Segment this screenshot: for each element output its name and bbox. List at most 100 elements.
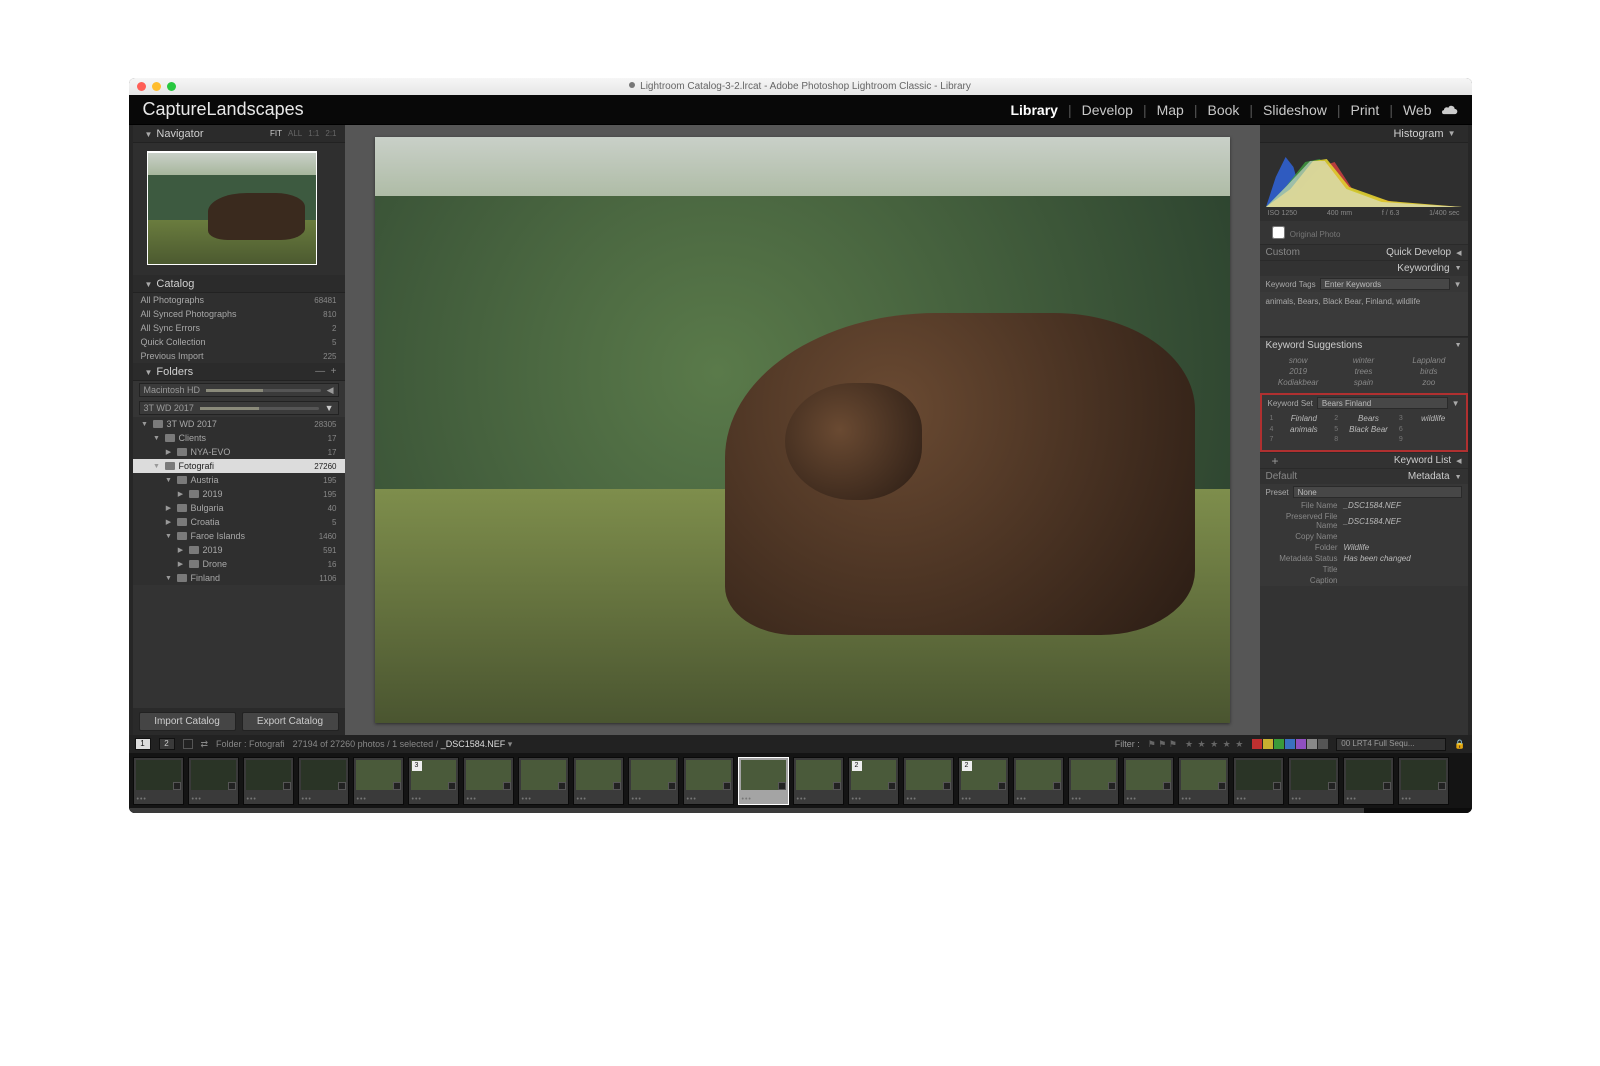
folder-row[interactable]: ▶Bulgaria40 bbox=[133, 501, 345, 515]
keyword-set-item[interactable]: Bears bbox=[1342, 414, 1395, 423]
keyword-suggestion[interactable]: snow bbox=[1268, 356, 1329, 365]
module-map[interactable]: Map bbox=[1157, 102, 1184, 118]
add-keyword-button[interactable]: + bbox=[1266, 452, 1285, 470]
volume-macintosh-hd[interactable]: Macintosh HD◀ bbox=[139, 383, 339, 397]
original-photo-checkbox[interactable] bbox=[1272, 226, 1285, 239]
filmstrip-thumb[interactable]: ••• bbox=[133, 757, 184, 805]
color-swatch[interactable] bbox=[1307, 739, 1317, 749]
color-swatch[interactable] bbox=[1252, 739, 1262, 749]
module-library[interactable]: Library bbox=[1010, 102, 1057, 118]
filmstrip-thumb[interactable]: •••3 bbox=[408, 757, 459, 805]
folder-row[interactable]: ▶Croatia5 bbox=[133, 515, 345, 529]
filmstrip-thumb[interactable]: ••• bbox=[1068, 757, 1119, 805]
filter-preset-select[interactable]: 00 LRT4 Full Sequ... bbox=[1336, 738, 1446, 751]
keyword-suggestion[interactable]: trees bbox=[1333, 367, 1394, 376]
folder-row[interactable]: ▶2019195 bbox=[133, 487, 345, 501]
color-swatch[interactable] bbox=[1318, 739, 1328, 749]
keyword-suggestion[interactable]: zoo bbox=[1398, 378, 1459, 387]
catalog-item[interactable]: All Synced Photographs810 bbox=[133, 307, 345, 321]
metadata-row[interactable]: Preserved File Name_DSC1584.NEF bbox=[1260, 511, 1468, 531]
keyword-suggestion[interactable]: 2019 bbox=[1268, 367, 1329, 376]
folder-row[interactable]: ▼3T WD 201728305 bbox=[133, 417, 345, 431]
lock-icon[interactable]: 🔒 bbox=[1454, 739, 1465, 750]
folder-row[interactable]: ▼Austria195 bbox=[133, 473, 345, 487]
folder-row[interactable]: ▼Finland1106 bbox=[133, 571, 345, 585]
chevron-down-icon[interactable]: ▼ bbox=[1454, 280, 1462, 289]
screen-2-button[interactable]: 2 bbox=[159, 738, 175, 750]
filmstrip-thumb[interactable]: ••• bbox=[683, 757, 734, 805]
color-swatch[interactable] bbox=[1263, 739, 1273, 749]
disclosure-triangle-icon[interactable]: ▼ bbox=[145, 280, 153, 289]
catalog-header[interactable]: ▼Catalog bbox=[133, 275, 345, 293]
navigator-header[interactable]: ▼Navigator FIT ALL 1:1 2:1 bbox=[133, 125, 345, 143]
keyword-set-item[interactable]: Finland bbox=[1278, 414, 1331, 423]
keyword-suggestion[interactable]: birds bbox=[1398, 367, 1459, 376]
cloud-sync-icon[interactable] bbox=[1442, 104, 1458, 115]
filmstrip-thumb[interactable]: ••• bbox=[518, 757, 569, 805]
folders-header[interactable]: ▼Folders — + bbox=[133, 363, 345, 381]
filmstrip-thumb[interactable]: ••• bbox=[1288, 757, 1339, 805]
metadata-row[interactable]: Copy Name bbox=[1260, 531, 1468, 542]
filmstrip-thumb[interactable]: ••• bbox=[573, 757, 624, 805]
keyword-tags-mode[interactable]: Enter Keywords bbox=[1320, 278, 1450, 290]
loupe-view[interactable] bbox=[345, 125, 1260, 735]
original-photo-toggle[interactable]: Original Photo bbox=[1260, 221, 1468, 244]
keyword-set-select[interactable]: Bears Finland bbox=[1317, 397, 1448, 409]
filmstrip-thumb[interactable]: ••• bbox=[298, 757, 349, 805]
rating-filter[interactable]: ★ ★ ★ ★ ★ bbox=[1185, 739, 1244, 750]
filmstrip-thumb[interactable]: ••• bbox=[243, 757, 294, 805]
module-book[interactable]: Book bbox=[1207, 102, 1239, 118]
filmstrip-thumb[interactable]: ••• bbox=[793, 757, 844, 805]
disclosure-triangle-icon[interactable]: ▼ bbox=[145, 368, 153, 377]
color-swatch[interactable] bbox=[1285, 739, 1295, 749]
metadata-row[interactable]: FolderWildlife bbox=[1260, 542, 1468, 553]
panel-edge-right[interactable] bbox=[1468, 125, 1472, 735]
filmstrip-scrollbar[interactable] bbox=[129, 808, 1472, 813]
keyword-suggestion[interactable]: Kodiakbear bbox=[1268, 378, 1329, 387]
filmstrip-thumb[interactable]: ••• bbox=[1398, 757, 1449, 805]
metadata-row[interactable]: Title bbox=[1260, 564, 1468, 575]
keyword-suggestion[interactable]: winter bbox=[1333, 356, 1394, 365]
metadata-row[interactable]: Caption bbox=[1260, 575, 1468, 586]
filmstrip-thumb[interactable]: •••2 bbox=[848, 757, 899, 805]
keyword-suggestion[interactable]: spain bbox=[1333, 378, 1394, 387]
color-swatch[interactable] bbox=[1274, 739, 1284, 749]
filmstrip-thumb[interactable]: ••• bbox=[463, 757, 514, 805]
filmstrip-thumb[interactable]: ••• bbox=[628, 757, 679, 805]
keyword-current[interactable]: animals, Bears, Black Bear, Finland, wil… bbox=[1260, 292, 1468, 336]
catalog-item[interactable]: Previous Import225 bbox=[133, 349, 345, 363]
module-print[interactable]: Print bbox=[1351, 102, 1380, 118]
zoom-all[interactable]: ALL bbox=[288, 129, 302, 138]
chevron-down-icon[interactable]: ▼ bbox=[1452, 399, 1460, 408]
module-web[interactable]: Web bbox=[1403, 102, 1432, 118]
histogram-graph[interactable] bbox=[1266, 147, 1462, 207]
navigator-thumbnail[interactable] bbox=[147, 151, 317, 265]
folder-row[interactable]: ▶Drone16 bbox=[133, 557, 345, 571]
keyword-suggestions-header[interactable]: Keyword Suggestions▼ bbox=[1260, 337, 1468, 353]
keyword-set-item[interactable]: wildlife bbox=[1407, 414, 1460, 423]
export-catalog-button[interactable]: Export Catalog bbox=[242, 712, 339, 731]
folder-row[interactable]: ▶NYA-EVO17 bbox=[133, 445, 345, 459]
screen-1-button[interactable]: 1 bbox=[135, 738, 151, 750]
color-swatch[interactable] bbox=[1296, 739, 1306, 749]
filmstrip-thumb[interactable]: •••2 bbox=[958, 757, 1009, 805]
metadata-preset-select[interactable]: None bbox=[1293, 486, 1462, 498]
keyword-set-item[interactable]: animals bbox=[1278, 425, 1331, 434]
filmstrip-thumb[interactable]: ••• bbox=[1178, 757, 1229, 805]
catalog-item[interactable]: All Sync Errors2 bbox=[133, 321, 345, 335]
metadata-row[interactable]: Metadata StatusHas been changed bbox=[1260, 553, 1468, 564]
disclosure-triangle-icon[interactable]: ▼ bbox=[145, 130, 153, 139]
grid-view-icon[interactable] bbox=[183, 739, 193, 749]
keyword-suggestion[interactable]: Lappland bbox=[1398, 356, 1459, 365]
filmstrip-thumb[interactable]: ••• bbox=[1343, 757, 1394, 805]
metadata-row[interactable]: File Name_DSC1584.NEF bbox=[1260, 500, 1468, 511]
folder-row[interactable]: ▼Clients17 bbox=[133, 431, 345, 445]
filmstrip[interactable]: ••••••••••••••••••3•••••••••••••••••••••… bbox=[129, 753, 1472, 813]
histogram-header[interactable]: Histogram▼ bbox=[1260, 125, 1468, 143]
filmstrip-thumb[interactable]: ••• bbox=[188, 757, 239, 805]
filmstrip-thumb[interactable]: ••• bbox=[1123, 757, 1174, 805]
catalog-item[interactable]: Quick Collection5 bbox=[133, 335, 345, 349]
folder-row[interactable]: ▼Fotografi27260 bbox=[133, 459, 345, 473]
filmstrip-thumb[interactable]: ••• bbox=[903, 757, 954, 805]
filmstrip-thumb[interactable]: ••• bbox=[353, 757, 404, 805]
